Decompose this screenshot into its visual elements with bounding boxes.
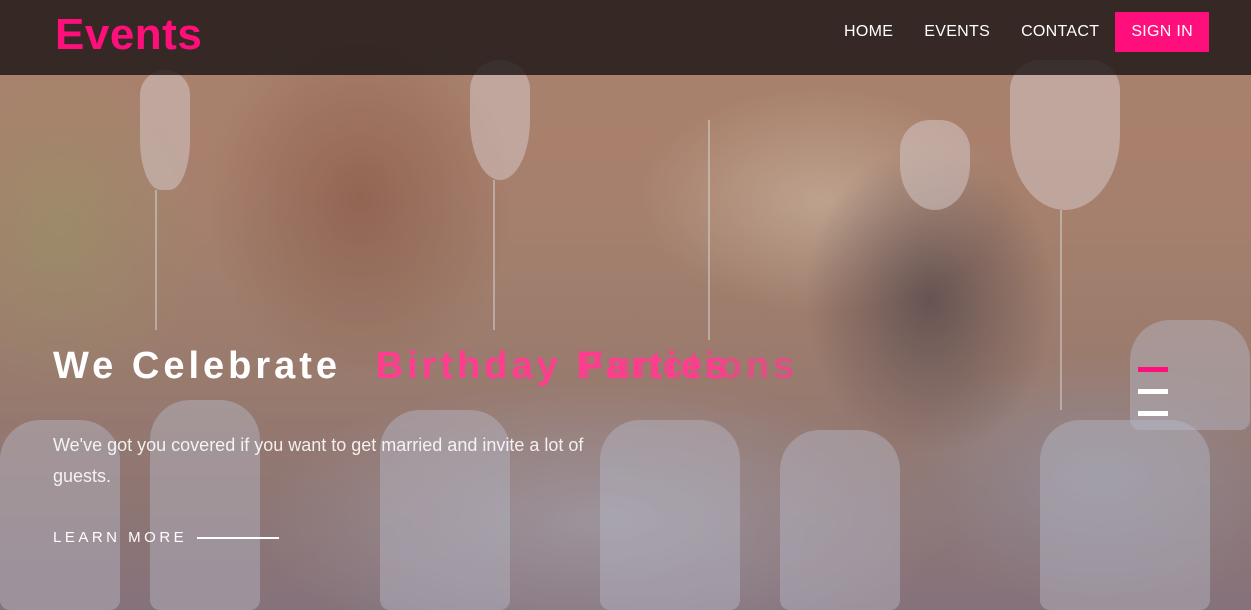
- hero-description: We've got you covered if you want to get…: [53, 435, 584, 486]
- nav-events[interactable]: EVENTS: [924, 12, 990, 52]
- nav-contact[interactable]: CONTACT: [1021, 12, 1099, 52]
- sign-in-button[interactable]: SIGN IN: [1115, 12, 1209, 52]
- learn-more-underline: [197, 536, 280, 539]
- headline-rotating-word: Birthday Parties Functions: [376, 345, 795, 388]
- main-nav: HOME EVENTS CONTACT SIGN IN: [813, 12, 1209, 52]
- headline-static: We Celebrate: [53, 345, 342, 387]
- brand-logo[interactable]: Events: [55, 10, 202, 60]
- hero-background: [0, 0, 1251, 610]
- slide-dot-active[interactable]: [1138, 367, 1168, 372]
- headline-rotating-ghost: Functions: [580, 345, 799, 387]
- hero-headline: We Celebrate Birthday Parties Functions: [53, 345, 795, 388]
- slide-indicator: [1138, 367, 1168, 433]
- site-header: Events HOME EVENTS CONTACT SIGN IN: [0, 0, 1251, 75]
- learn-more-link[interactable]: LEARN MORE: [53, 529, 280, 546]
- learn-more-label: LEARN MORE: [53, 529, 188, 546]
- nav-home[interactable]: HOME: [844, 12, 893, 52]
- hero-overlay: [0, 0, 1251, 610]
- slide-dot[interactable]: [1138, 389, 1168, 394]
- slide-dot[interactable]: [1138, 411, 1168, 416]
